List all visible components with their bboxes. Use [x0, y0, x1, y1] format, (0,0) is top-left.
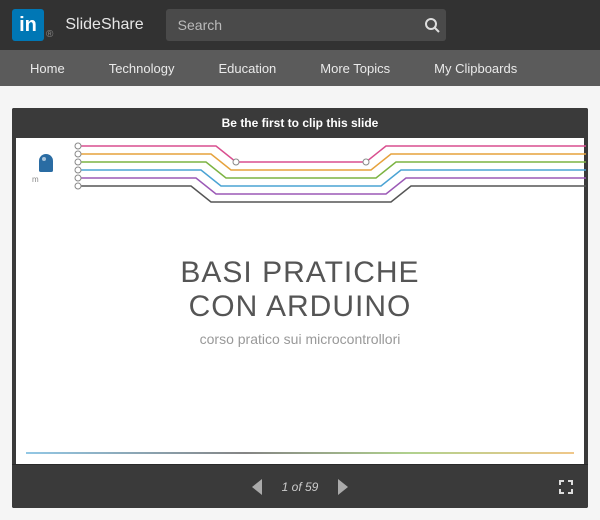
search-container — [166, 9, 446, 41]
nav-technology[interactable]: Technology — [87, 50, 197, 86]
slide-title-line1: BASI PRATICHE — [180, 256, 419, 289]
chevron-right-icon — [334, 478, 350, 496]
search-icon — [424, 17, 440, 33]
slide-viewer: Be the first to clip this slide — [12, 108, 588, 508]
nav-bar: Home Technology Education More Topics My… — [0, 50, 600, 86]
registered-mark: ® — [46, 29, 53, 40]
bulb-icon — [39, 154, 53, 172]
brand-name[interactable]: SlideShare — [65, 16, 143, 34]
slide-subtitle: corso pratico sui microcontrollori — [200, 331, 401, 347]
slide-logo: m — [32, 154, 60, 190]
search-button[interactable] — [424, 17, 440, 33]
clip-banner[interactable]: Be the first to clip this slide — [12, 108, 588, 138]
fullscreen-icon — [558, 479, 574, 495]
slide-title-line2: CON ARDUINO — [189, 290, 412, 323]
chevron-left-icon — [250, 478, 266, 496]
slide-content[interactable]: m BASI PRATICHE CON ARDUINO corso pratic… — [16, 138, 584, 464]
nav-more-topics[interactable]: More Topics — [298, 50, 412, 86]
slide-footer-line — [26, 452, 574, 454]
slide-title: BASI PRATICHE CON ARDUINO — [180, 256, 419, 325]
viewer-wrapper: Be the first to clip this slide — [0, 86, 600, 508]
slide-logo-label: m — [32, 176, 60, 184]
nav-my-clipboards[interactable]: My Clipboards — [412, 50, 539, 86]
circuit-decoration — [16, 138, 586, 218]
nav-home[interactable]: Home — [8, 50, 87, 86]
slide-controls: 1 of 59 — [12, 464, 588, 508]
linkedin-logo[interactable]: in — [12, 9, 44, 41]
next-slide-button[interactable] — [324, 474, 360, 500]
top-bar: in ® SlideShare — [0, 0, 600, 50]
prev-slide-button[interactable] — [240, 474, 276, 500]
fullscreen-button[interactable] — [558, 479, 574, 495]
nav-education[interactable]: Education — [196, 50, 298, 86]
page-indicator: 1 of 59 — [276, 480, 325, 494]
search-input[interactable] — [166, 9, 446, 41]
